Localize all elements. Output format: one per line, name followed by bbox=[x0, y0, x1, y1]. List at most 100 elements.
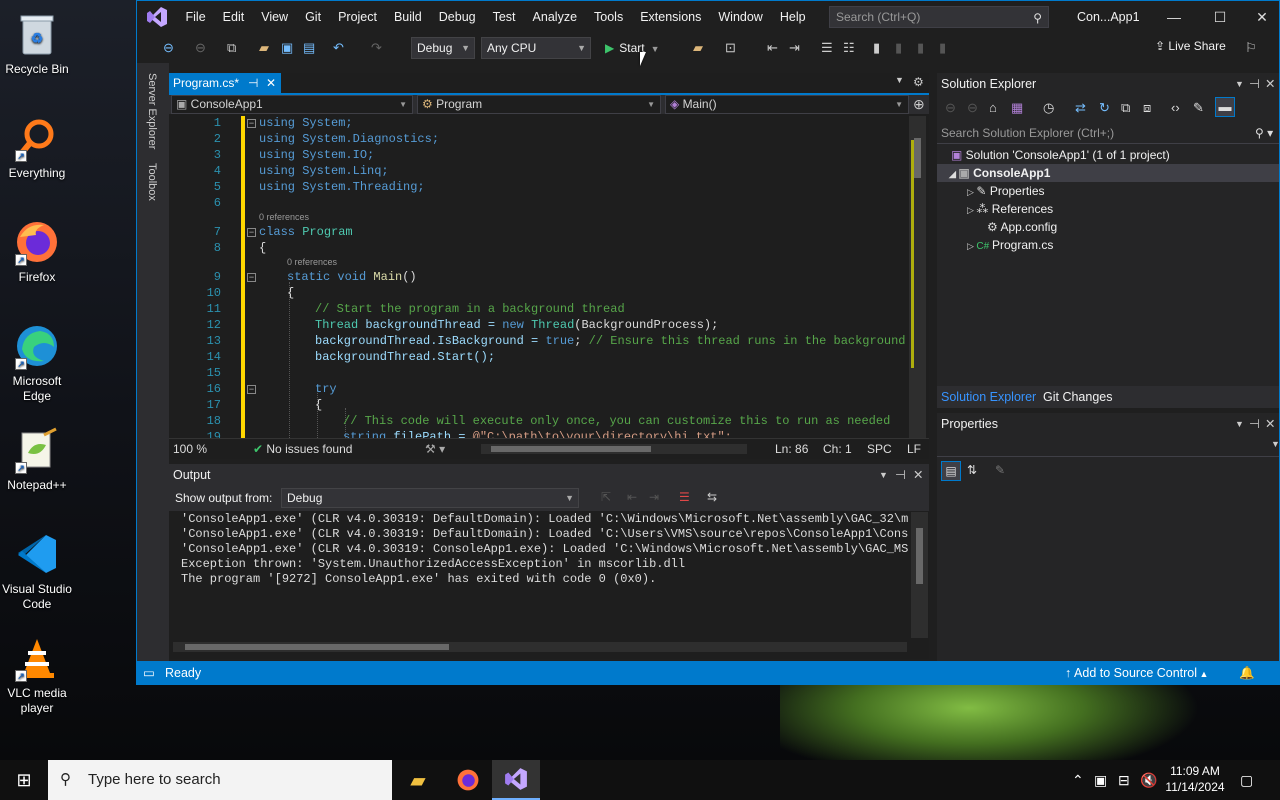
uncomment-icon[interactable]: ☷ bbox=[843, 39, 855, 57]
settings-gear-icon[interactable]: ⚙ bbox=[913, 75, 924, 89]
fold-toggle-icon[interactable]: − bbox=[247, 273, 256, 282]
output-horizontal-scrollbar[interactable] bbox=[173, 642, 907, 652]
alphabetical-icon[interactable]: ⇅ bbox=[967, 463, 977, 477]
scroll-thumb[interactable] bbox=[491, 446, 651, 452]
brush-icon[interactable]: ⚒ ▾ bbox=[425, 439, 445, 460]
pin-icon[interactable]: ⊣ bbox=[1249, 413, 1260, 435]
word-wrap-icon[interactable]: ⇆ bbox=[707, 490, 717, 504]
clear-bookmarks-icon[interactable]: ▮ bbox=[939, 39, 946, 57]
tab-solution-explorer[interactable]: Solution Explorer bbox=[941, 386, 1036, 408]
redo-icon[interactable]: ↷ bbox=[371, 39, 382, 57]
property-pages-icon[interactable]: ✎ bbox=[995, 463, 1005, 477]
menu-file[interactable]: File bbox=[177, 1, 214, 33]
action-center-icon[interactable]: ▢ bbox=[1240, 760, 1253, 800]
nav-class-dropdown[interactable]: ⚙ Program ▼ bbox=[417, 95, 661, 114]
forward-icon[interactable]: ⊖ bbox=[967, 99, 978, 117]
start-button[interactable]: ▶ Start ▼ bbox=[599, 37, 666, 59]
forward-icon[interactable]: ⊖ bbox=[195, 39, 206, 57]
minimize-button[interactable]: — bbox=[1151, 1, 1197, 33]
code-area[interactable]: 1 2 3 4 5 6 7 8 9 10 11 12 13 14 15 16 1… bbox=[169, 116, 929, 438]
menu-view[interactable]: View bbox=[253, 1, 297, 33]
tab-git-changes[interactable]: Git Changes bbox=[1043, 386, 1112, 408]
find-message-icon[interactable]: ⇱ bbox=[601, 490, 611, 504]
open-file-icon[interactable]: ▰ bbox=[259, 39, 269, 57]
menu-test[interactable]: Test bbox=[484, 1, 524, 33]
desktop-icon-firefox[interactable]: ↗ Firefox bbox=[0, 212, 74, 285]
new-item-icon[interactable]: ⧉ bbox=[227, 39, 236, 57]
file-explorer-icon[interactable]: ▰ bbox=[394, 760, 442, 800]
back-icon[interactable]: ⊖ bbox=[945, 99, 956, 117]
pin-icon[interactable]: ⊣ bbox=[248, 73, 258, 93]
desktop-icon-everything[interactable]: ↗ Everything bbox=[0, 108, 74, 181]
desktop-icon-vscode[interactable]: Visual Studio Code bbox=[0, 524, 74, 612]
categorized-icon[interactable]: ▤ bbox=[941, 461, 961, 481]
search-input[interactable]: Search (Ctrl+Q) ⚲ bbox=[829, 6, 1049, 28]
preview-selected-icon[interactable]: ▬ bbox=[1215, 97, 1235, 117]
prev-message-icon[interactable]: ⇤ bbox=[627, 490, 637, 504]
firefox-taskbar-icon[interactable] bbox=[444, 760, 492, 800]
tree-item-references[interactable]: ▷ ⁂ References bbox=[937, 200, 1279, 218]
browser-icon[interactable]: ⊡ bbox=[725, 39, 736, 57]
windows-start-icon[interactable]: ⊞ bbox=[0, 760, 48, 800]
chevron-down-icon[interactable]: ▼ bbox=[879, 464, 888, 486]
folder-icon[interactable]: ▰ bbox=[693, 39, 703, 57]
feedback-icon[interactable]: ⚐ bbox=[1245, 39, 1257, 57]
tree-item-solution[interactable]: ▣ Solution 'ConsoleApp1' (1 of 1 project… bbox=[937, 146, 1279, 164]
refresh-icon[interactable]: ↻ bbox=[1099, 99, 1110, 117]
comment-icon[interactable]: ☰ bbox=[821, 39, 833, 57]
home-icon[interactable]: ⌂ bbox=[989, 99, 997, 117]
editor-horizontal-scrollbar[interactable] bbox=[481, 444, 747, 454]
toolbox-tab[interactable]: Toolbox bbox=[146, 163, 158, 201]
add-to-source-control-button[interactable]: ↑ Add to Source Control ▲ bbox=[1065, 661, 1208, 684]
pin-icon[interactable]: ⊣ bbox=[895, 464, 906, 486]
line-indicator[interactable]: Ln: 86 bbox=[775, 439, 808, 460]
codelens-references[interactable]: 0 references bbox=[259, 212, 309, 222]
split-editor-icon[interactable]: ⊕ bbox=[913, 95, 925, 114]
bookmark-icon[interactable]: ▮ bbox=[873, 39, 880, 57]
line-ending-indicator[interactable]: LF bbox=[907, 439, 921, 460]
output-status-icon[interactable]: ▭ bbox=[143, 661, 155, 684]
properties-wrench-icon[interactable]: ✎ bbox=[1193, 99, 1204, 117]
menu-project[interactable]: Project bbox=[330, 1, 386, 33]
output-source-dropdown[interactable]: Debug ▼ bbox=[281, 488, 579, 508]
desktop-icon-edge[interactable]: ↗ Microsoft Edge bbox=[0, 316, 74, 404]
server-explorer-tab[interactable]: Server Explorer bbox=[146, 73, 158, 149]
menu-git[interactable]: Git bbox=[297, 1, 330, 33]
chevron-down-icon[interactable]: ▼ bbox=[1235, 413, 1244, 435]
tab-list-chevron-icon[interactable]: ▼ bbox=[895, 75, 904, 85]
save-all-icon[interactable]: ▤ bbox=[303, 39, 315, 57]
collapse-all-icon[interactable]: ⧉ bbox=[1121, 99, 1130, 117]
live-share-button[interactable]: ⇪ Live Share bbox=[1155, 39, 1226, 53]
step-icon[interactable]: ⇤ bbox=[767, 39, 778, 57]
output-text[interactable]: 'ConsoleApp1.exe' (CLR v4.0.30319: Defau… bbox=[181, 512, 909, 640]
config-dropdown[interactable]: Debug ▼ bbox=[411, 37, 475, 59]
prev-bookmark-icon[interactable]: ▮ bbox=[895, 39, 902, 57]
tab-program-cs[interactable]: Program.cs* ⊣ ✕ bbox=[169, 73, 281, 93]
switch-views-icon[interactable]: ▦ bbox=[1011, 99, 1023, 117]
nav-member-dropdown[interactable]: ◈ Main() ▼ bbox=[665, 95, 909, 114]
show-all-files-icon[interactable]: ⧈ bbox=[1143, 99, 1151, 117]
close-tab-icon[interactable]: ✕ bbox=[266, 73, 276, 93]
properties-object-dropdown[interactable]: ▼ bbox=[937, 437, 1279, 457]
taskbar-search-input[interactable]: ⚲ Type here to search bbox=[48, 760, 392, 800]
fold-toggle-icon[interactable]: − bbox=[247, 119, 256, 128]
fold-toggle-icon[interactable]: − bbox=[247, 228, 256, 237]
tree-item-project[interactable]: ◢ ▣ ConsoleApp1 bbox=[937, 164, 1279, 182]
scroll-thumb[interactable] bbox=[916, 528, 923, 584]
system-clock[interactable]: 11:09 AM 11/14/2024 bbox=[1160, 763, 1230, 795]
desktop-icon-notepadpp[interactable]: ↗ Notepad++ bbox=[0, 420, 74, 493]
tree-item-app-config[interactable]: ⚙ App.config bbox=[937, 218, 1279, 236]
editor-vertical-scrollbar[interactable] bbox=[909, 116, 926, 438]
menu-window[interactable]: Window bbox=[710, 1, 771, 33]
notifications-bell-icon[interactable]: 🔔 bbox=[1239, 661, 1255, 684]
undo-icon[interactable]: ↶ bbox=[333, 39, 344, 57]
close-icon[interactable]: ✕ bbox=[1265, 413, 1275, 435]
close-icon[interactable]: ✕ bbox=[913, 464, 923, 486]
menu-extensions[interactable]: Extensions bbox=[632, 1, 710, 33]
scroll-thumb[interactable] bbox=[185, 644, 449, 650]
menu-edit[interactable]: Edit bbox=[214, 1, 253, 33]
platform-dropdown[interactable]: Any CPU ▼ bbox=[481, 37, 591, 59]
network-icon[interactable]: ⊟ bbox=[1118, 760, 1130, 800]
menu-build[interactable]: Build bbox=[385, 1, 430, 33]
close-button[interactable]: ✕ bbox=[1243, 1, 1279, 33]
